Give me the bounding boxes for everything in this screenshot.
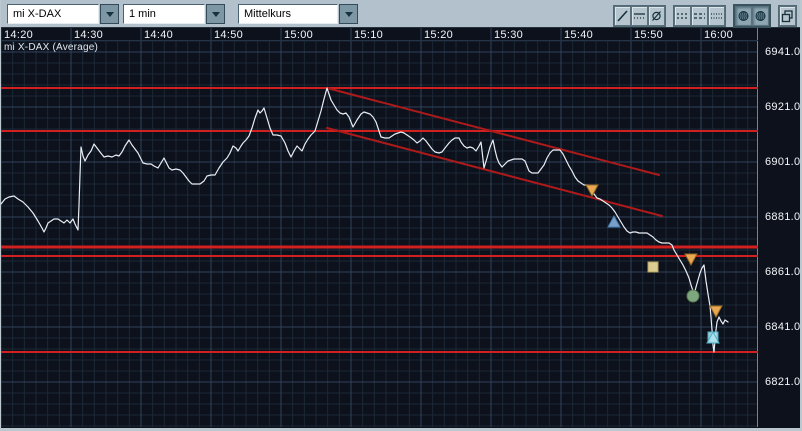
price-tick-label: 6941.0 bbox=[765, 46, 801, 58]
toolbar-group-1 bbox=[613, 5, 666, 27]
toolbar-group-3 bbox=[733, 4, 771, 28]
price-type-combobox-dropdown-button[interactable] bbox=[339, 4, 358, 24]
marker-circle bbox=[686, 289, 700, 303]
hatch-circle-1-button[interactable] bbox=[735, 6, 752, 26]
price-type-combobox[interactable]: Mittelkurs bbox=[238, 4, 358, 24]
dashed-rows-icon bbox=[694, 13, 705, 19]
chevron-down-icon bbox=[211, 11, 220, 17]
toolbar: mi X-DAX 1 min Mittelkurs bbox=[1, 0, 800, 28]
price-tick-label: 6921.0 bbox=[765, 101, 801, 113]
price-tick-label: 6881.0 bbox=[765, 211, 801, 223]
time-tick-label: 14:40 bbox=[144, 29, 174, 41]
plot-svg[interactable] bbox=[1, 28, 758, 427]
interval-combobox[interactable]: 1 min bbox=[123, 4, 225, 24]
time-tick-label: 15:40 bbox=[564, 29, 594, 41]
dash-dot-tool-button[interactable] bbox=[631, 6, 648, 26]
toolbar-icon-buttons bbox=[606, 4, 797, 28]
slashed-circle-icon bbox=[652, 11, 661, 21]
price-tick-label: 6901.0 bbox=[765, 156, 801, 168]
crosshatch-circle-icon bbox=[755, 11, 766, 21]
price-tick-label: 6861.0 bbox=[765, 266, 801, 278]
line-style-dots-button[interactable] bbox=[674, 6, 691, 26]
symbol-combobox-value[interactable]: mi X-DAX bbox=[7, 4, 99, 24]
fine-dotted-rows-icon bbox=[711, 13, 722, 19]
toolbar-group-2 bbox=[673, 5, 726, 27]
no-line-tool-button[interactable] bbox=[648, 6, 665, 26]
price-type-combobox-value[interactable]: Mittelkurs bbox=[238, 4, 338, 24]
symbol-combobox[interactable]: mi X-DAX bbox=[7, 4, 119, 24]
trendline-tool-button[interactable] bbox=[614, 6, 631, 26]
chevron-down-icon bbox=[344, 11, 353, 17]
price-tick-label: 6841.0 bbox=[765, 321, 801, 333]
time-axis: 14:20 14:30 14:40 14:50 15:00 15:10 15:20 15:30… bbox=[1, 29, 800, 41]
dotted-rows-icon bbox=[677, 13, 688, 19]
price-tick-label: 6821.0 bbox=[765, 376, 801, 388]
symbol-combobox-dropdown-button[interactable] bbox=[100, 4, 119, 24]
chevron-down-icon bbox=[105, 11, 114, 17]
cascade-windows-button[interactable] bbox=[779, 6, 796, 26]
hatched-circle-icon bbox=[738, 11, 749, 21]
toolbar-group-4 bbox=[778, 5, 797, 27]
time-tick-label: 15:50 bbox=[634, 29, 664, 41]
time-tick-label: 14:30 bbox=[74, 29, 104, 41]
diagonal-line-icon bbox=[617, 10, 628, 22]
time-tick-label: 15:30 bbox=[494, 29, 524, 41]
marker-square bbox=[647, 261, 659, 273]
line-style-dashes-button[interactable] bbox=[691, 6, 708, 26]
time-tick-label: 15:20 bbox=[424, 29, 454, 41]
time-tick-label: 14:20 bbox=[4, 29, 34, 41]
chart-area[interactable]: 14:20 14:30 14:40 14:50 15:00 15:10 15:20 15:30… bbox=[1, 28, 801, 427]
dash-dot-lines-icon bbox=[634, 13, 645, 19]
time-tick-label: 14:50 bbox=[214, 29, 244, 41]
time-tick-label: 16:00 bbox=[704, 29, 734, 41]
chart-application-window: mi X-DAX 1 min Mittelkurs 14:20 14:30 14:4… bbox=[0, 0, 802, 431]
time-tick-label: 15:10 bbox=[354, 29, 384, 41]
line-style-fine-button[interactable] bbox=[708, 6, 725, 26]
time-tick-label: 15:00 bbox=[284, 29, 314, 41]
interval-combobox-value[interactable]: 1 min bbox=[123, 4, 205, 24]
interval-combobox-dropdown-button[interactable] bbox=[206, 4, 225, 24]
price-axis: 6941.0 6921.0 6901.0 6881.0 6861.0 6841.0 6821… bbox=[759, 28, 801, 427]
hatch-circle-2-button[interactable] bbox=[752, 6, 769, 26]
overlapping-squares-icon bbox=[781, 10, 793, 23]
instrument-label: mi X-DAX (Average) bbox=[4, 42, 98, 53]
